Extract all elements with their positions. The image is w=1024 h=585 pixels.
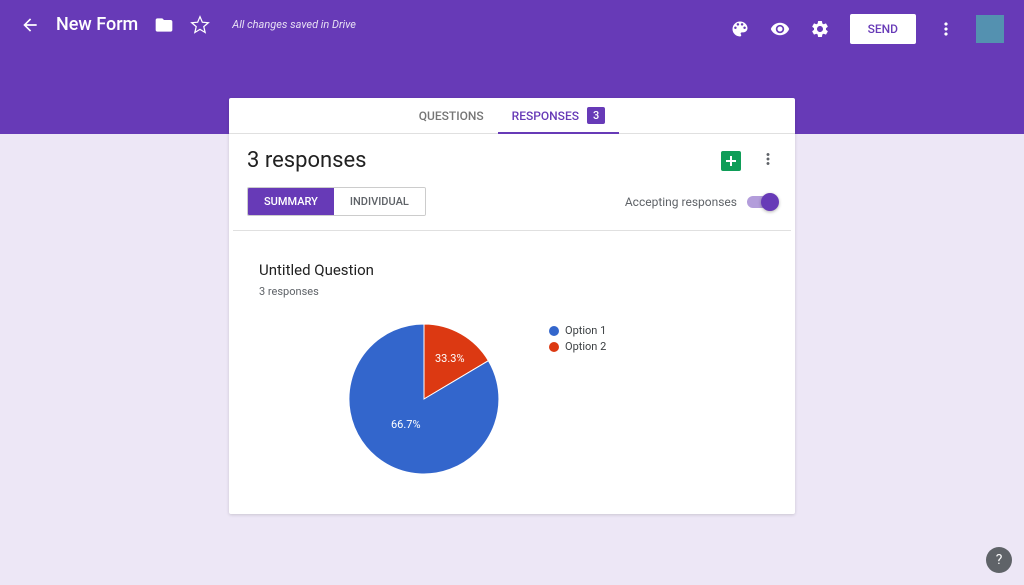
legend-label: Option 1 — [565, 324, 606, 337]
legend-item: Option 1 — [549, 324, 606, 337]
palette-icon[interactable] — [730, 19, 750, 39]
preview-eye-icon[interactable] — [770, 19, 790, 39]
legend-item: Option 2 — [549, 340, 606, 353]
sheets-icon[interactable] — [721, 151, 741, 171]
folder-icon[interactable] — [154, 15, 174, 35]
pie-chart: 33.3% 66.7% — [349, 324, 499, 474]
tab-questions[interactable]: QUESTIONS — [405, 98, 498, 133]
star-icon[interactable] — [190, 15, 210, 35]
tabs: QUESTIONS RESPONSES 3 — [229, 98, 795, 134]
send-button[interactable]: SEND — [850, 14, 916, 44]
saved-status: All changes saved in Drive — [232, 18, 356, 31]
back-arrow-icon[interactable] — [20, 15, 40, 35]
legend-label: Option 2 — [565, 340, 606, 353]
tab-responses[interactable]: RESPONSES 3 — [498, 98, 620, 133]
chart-legend: Option 1 Option 2 — [549, 324, 606, 474]
accepting-label: Accepting responses — [625, 195, 737, 209]
responses-title: 3 responses — [247, 148, 367, 173]
view-toggle-group: SUMMARY INDIVIDUAL — [247, 187, 426, 216]
tab-responses-label: RESPONSES — [512, 109, 579, 123]
avatar[interactable] — [976, 15, 1004, 43]
individual-toggle[interactable]: INDIVIDUAL — [334, 188, 425, 215]
help-button[interactable]: ? — [986, 547, 1012, 573]
question-title: Untitled Question — [259, 261, 765, 279]
question-subtitle: 3 responses — [259, 285, 765, 298]
form-title[interactable]: New Form — [56, 14, 138, 35]
accepting-switch[interactable] — [747, 196, 777, 208]
summary-toggle[interactable]: SUMMARY — [248, 188, 334, 215]
response-count-badge: 3 — [587, 107, 605, 124]
settings-gear-icon[interactable] — [810, 19, 830, 39]
more-vert-icon[interactable] — [936, 19, 956, 39]
main-card: QUESTIONS RESPONSES 3 3 responses SUMMAR… — [229, 98, 795, 514]
pie-label-1: 66.7% — [391, 418, 421, 431]
responses-more-icon[interactable] — [759, 150, 777, 172]
pie-label-2: 33.3% — [435, 352, 465, 365]
